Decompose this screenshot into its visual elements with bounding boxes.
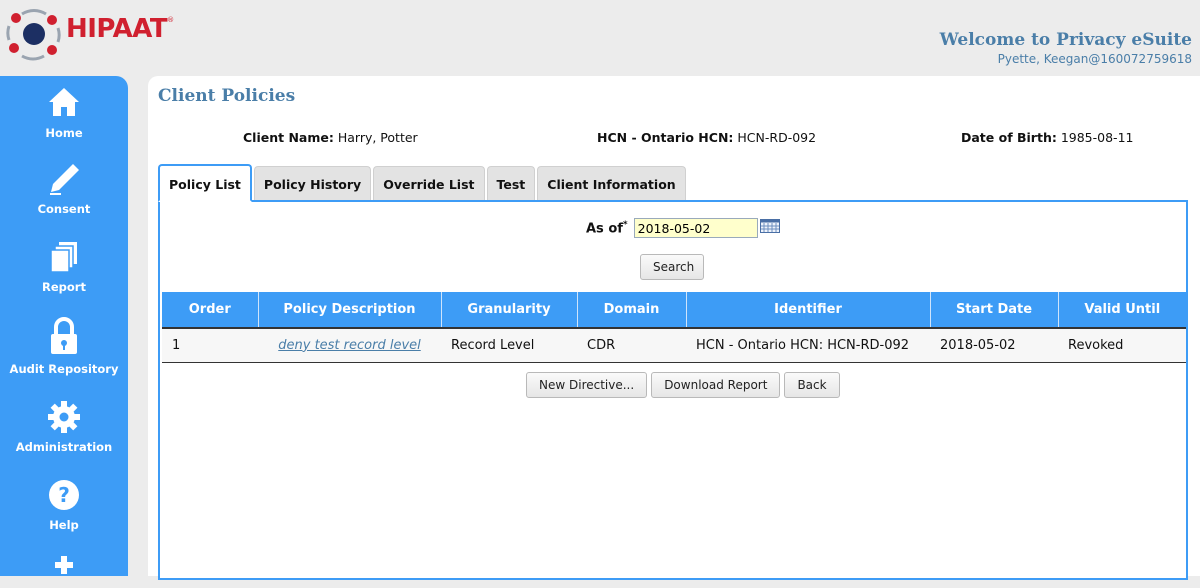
hcn-value: HCN-RD-092 xyxy=(737,130,817,145)
hcn-info: HCN - Ontario HCN: HCN-RD-092 xyxy=(597,130,816,145)
page-title: Client Policies xyxy=(158,86,296,106)
column-header-start-date[interactable]: Start Date xyxy=(930,292,1059,328)
current-user: Pyette, Keegan@160072759618 xyxy=(997,52,1192,66)
sidebar-item-label: Consent xyxy=(37,202,91,216)
hcn-label: HCN - Ontario HCN: xyxy=(597,130,734,145)
cell-identifier: HCN - Ontario HCN: HCN-RD-092 xyxy=(686,327,930,363)
column-header-domain[interactable]: Domain xyxy=(577,292,687,328)
sidebar-item-home[interactable]: Home xyxy=(0,86,128,140)
client-name-info: Client Name: Harry, Potter xyxy=(243,130,418,145)
search-button[interactable]: Search xyxy=(640,254,704,280)
client-name-label: Client Name: xyxy=(243,130,334,145)
calendar-icon[interactable] xyxy=(759,219,780,237)
back-button[interactable]: Back xyxy=(784,372,840,398)
cell-domain: CDR xyxy=(577,327,686,363)
sidebar-item-label: Home xyxy=(45,126,83,140)
policy-list-panel: As of* Search Order Policy Description xyxy=(158,200,1188,580)
cell-start-date: 2018-05-02 xyxy=(930,327,1058,363)
sidebar-item-audit-repository[interactable]: Audit Repository xyxy=(0,316,128,376)
sidebar: Home Consent Report Audit Repository Adm… xyxy=(0,76,128,576)
pen-icon xyxy=(0,162,128,196)
tab-override-list[interactable]: Override List xyxy=(373,166,485,202)
sidebar-item-consent[interactable]: Consent xyxy=(0,162,128,216)
sidebar-item-label: Audit Repository xyxy=(9,362,119,376)
policy-description-link[interactable]: deny test record level xyxy=(278,338,421,353)
sidebar-item-help[interactable]: ? Help xyxy=(0,478,128,532)
sidebar-item-more[interactable] xyxy=(0,554,128,588)
documents-icon xyxy=(0,240,128,274)
client-name-value: Harry, Potter xyxy=(337,130,418,145)
dob-label: Date of Birth: xyxy=(961,130,1057,145)
column-header-valid-until[interactable]: Valid Until xyxy=(1058,292,1186,328)
table-header-row: Order Policy Description Granularity Dom… xyxy=(162,292,1186,328)
sidebar-item-label: Report xyxy=(42,280,86,294)
as-of-date-input[interactable] xyxy=(633,218,758,238)
sidebar-item-administration[interactable]: Administration xyxy=(0,400,128,454)
tab-policy-history[interactable]: Policy History xyxy=(253,166,372,202)
dob-info: Date of Birth: 1985-08-11 xyxy=(961,130,1133,145)
hipaat-logo: HIPAAT ® xyxy=(4,4,174,62)
sidebar-item-label: Administration xyxy=(15,440,113,454)
as-of-label: As of* xyxy=(586,219,628,237)
policy-table: Order Policy Description Granularity Dom… xyxy=(162,292,1186,363)
column-header-identifier[interactable]: Identifier xyxy=(686,292,931,328)
registered-mark: ® xyxy=(167,16,175,24)
partial-icon xyxy=(0,554,128,588)
dob-value: 1985-08-11 xyxy=(1060,130,1134,145)
column-header-order[interactable]: Order xyxy=(162,292,259,328)
tab-bar: Policy List Policy History Override List… xyxy=(158,164,688,202)
gear-icon xyxy=(0,400,128,434)
welcome-title: Welcome to Privacy eSuite xyxy=(939,30,1192,50)
cell-valid-until: Revoked xyxy=(1058,327,1186,363)
required-mark: * xyxy=(622,219,628,230)
cell-order: 1 xyxy=(162,327,258,363)
sidebar-item-report[interactable]: Report xyxy=(0,240,128,294)
action-buttons: New Directive... Download Report Back xyxy=(526,372,840,398)
home-icon xyxy=(0,86,128,120)
tab-client-information[interactable]: Client Information xyxy=(537,166,686,202)
logo-emblem-icon xyxy=(6,9,61,61)
cell-granularity: Record Level xyxy=(441,327,577,363)
sidebar-item-label: Help xyxy=(49,518,79,532)
lock-icon xyxy=(0,316,128,356)
column-header-granularity[interactable]: Granularity xyxy=(441,292,578,328)
brand-name: HIPAAT xyxy=(66,14,168,44)
new-directive-button[interactable]: New Directive... xyxy=(526,372,648,398)
content-panel: Client Policies Client Name: Harry, Pott… xyxy=(148,76,1200,580)
download-report-button[interactable]: Download Report xyxy=(651,372,781,398)
as-of-filter: As of* xyxy=(586,218,780,238)
tab-test[interactable]: Test xyxy=(486,166,536,202)
table-row: 1 deny test record level Record Level CD… xyxy=(162,327,1186,363)
welcome-block: Welcome to Privacy eSuite Pyette, Keegan… xyxy=(940,30,1192,66)
column-header-policy-description[interactable]: Policy Description xyxy=(258,292,442,328)
tab-policy-list[interactable]: Policy List xyxy=(158,164,252,202)
svg-text:?: ? xyxy=(58,483,70,507)
help-icon: ? xyxy=(0,478,128,512)
